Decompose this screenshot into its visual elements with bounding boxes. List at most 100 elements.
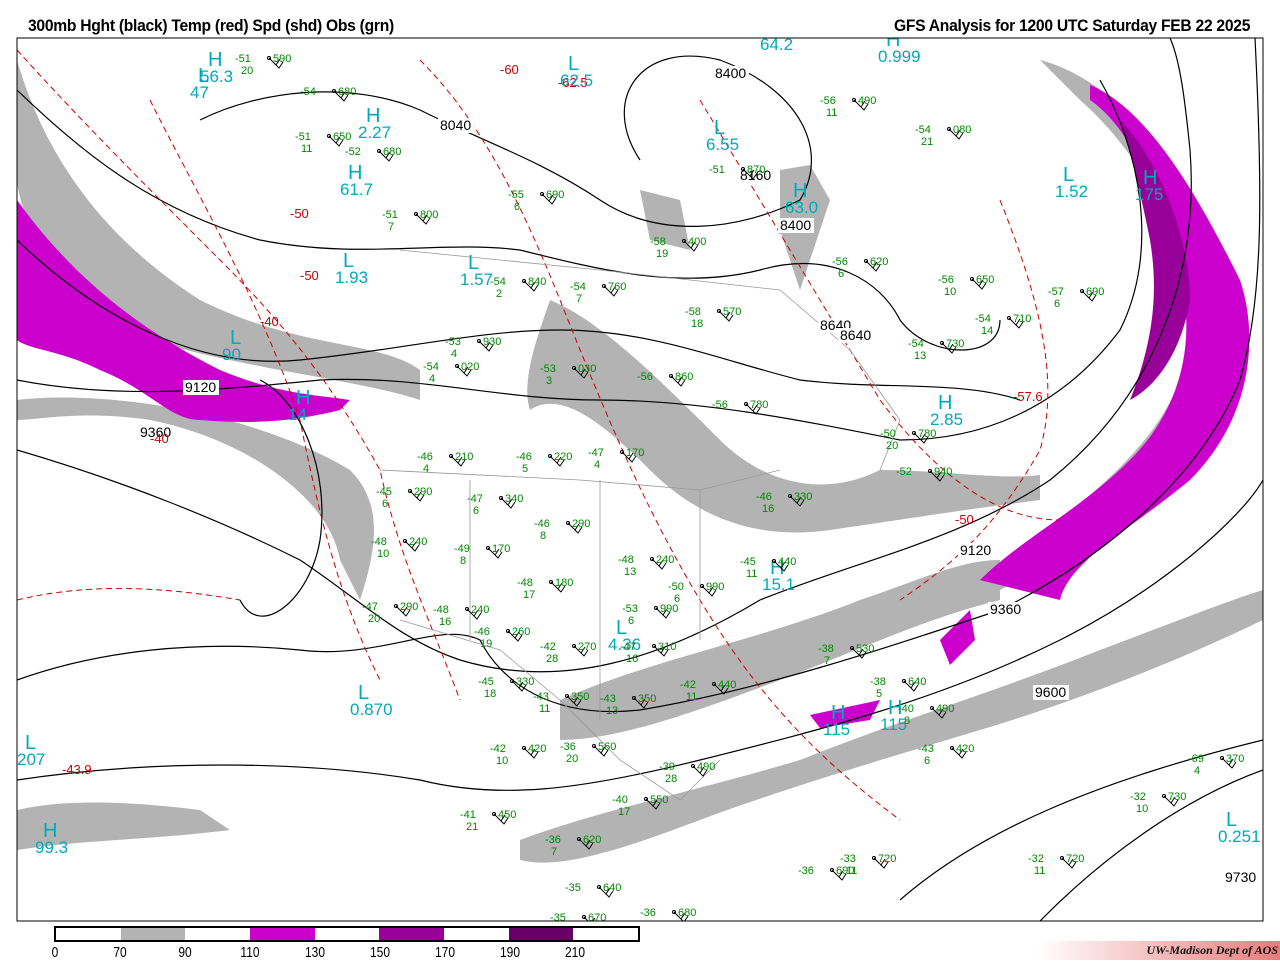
obs-dewpoint-depression: 11	[301, 143, 312, 155]
obs-height: 170	[492, 543, 510, 555]
center-value: 175	[1135, 185, 1163, 204]
obs-height: 440	[778, 556, 796, 568]
obs-dewpoint-depression: 19	[656, 248, 668, 260]
obs-temperature: -36	[560, 741, 576, 753]
obs-dewpoint-depression: 4	[423, 463, 429, 475]
height-contour-label: 9120	[185, 379, 216, 395]
obs-dewpoint-depression: 21	[921, 136, 933, 148]
obs-temperature: -69	[1188, 753, 1204, 765]
station-observation: -56 620 6	[832, 256, 888, 280]
legend-label: 170	[434, 944, 456, 961]
obs-height: 350	[638, 693, 656, 705]
obs-height: 720	[1066, 853, 1084, 865]
legend-label: 150	[369, 944, 391, 961]
obs-temperature: -32	[1028, 853, 1044, 865]
station-observation: -48 180 17	[517, 577, 573, 601]
obs-height: 620	[583, 834, 601, 846]
obs-temperature: -46	[417, 451, 433, 463]
obs-height: 340	[505, 493, 523, 505]
speed-blob-magenta	[940, 610, 975, 665]
height-contour-label: 9730	[1225, 869, 1256, 885]
obs-height: 680	[383, 146, 401, 158]
obs-temperature: -38	[818, 643, 834, 655]
obs-dewpoint-depression: 4	[594, 459, 600, 471]
obs-dewpoint-depression: 11	[846, 865, 857, 877]
obs-dewpoint-depression: 13	[624, 566, 636, 578]
obs-temperature: -39	[659, 761, 675, 773]
station-observation: -46 210 4	[417, 451, 473, 475]
station-observation: -51 590 20	[235, 53, 291, 77]
obs-height: 490	[858, 95, 876, 107]
obs-dewpoint-depression: 28	[665, 773, 677, 785]
obs-dewpoint-depression: 16	[762, 503, 774, 515]
obs-temperature: -35	[565, 882, 581, 894]
center-value: 1.52	[1055, 182, 1088, 201]
obs-dewpoint-depression: 11	[826, 107, 837, 119]
high-pressure-center: H	[768, 17, 782, 39]
obs-temperature: -54	[300, 86, 316, 98]
temperature-label: -43.9	[62, 762, 92, 777]
obs-dewpoint-depression: 14	[981, 325, 993, 337]
height-contour-label: 9360	[990, 601, 1021, 617]
station-observation: -42 420 10	[490, 743, 546, 767]
obs-temperature: -53	[540, 363, 556, 375]
temperature-label: -40	[150, 431, 169, 446]
legend-label: 190	[499, 944, 521, 961]
legend-label: 70	[113, 944, 127, 961]
station-observation: -54 840 2	[490, 276, 546, 300]
obs-dewpoint-depression: 8	[904, 715, 910, 727]
obs-dewpoint-depression: 16	[439, 616, 451, 628]
station-observation: -35 670	[550, 912, 606, 921]
obs-height: 760	[608, 281, 626, 293]
obs-dewpoint-depression: 4	[1194, 765, 1200, 777]
center-value: 0.870	[350, 700, 393, 719]
obs-temperature: -48	[618, 554, 634, 566]
station-observation: -36 680	[640, 907, 696, 921]
legend-swatch	[444, 928, 509, 940]
legend-swatch	[573, 928, 639, 940]
obs-dewpoint-depression: 20	[368, 613, 380, 625]
center-value: 2.85	[930, 410, 963, 429]
obs-height: 290	[414, 486, 432, 498]
obs-temperature: -50	[668, 581, 684, 593]
obs-temperature: -52	[345, 146, 361, 158]
center-value: 1.57	[460, 270, 493, 289]
station-observation: -53 930 4	[445, 336, 501, 360]
station-observation: -42 270 28	[540, 641, 596, 665]
obs-dewpoint-depression: 8	[540, 530, 546, 542]
obs-temperature: -49	[454, 543, 470, 555]
obs-temperature: -42	[490, 743, 506, 755]
station-observation: -45 290 6	[376, 486, 432, 510]
legend-swatch	[314, 928, 380, 940]
obs-dewpoint-depression: 16	[626, 653, 638, 665]
obs-dewpoint-depression: 18	[691, 318, 703, 330]
weather-map: 8040816084008640864091209120936093609600…	[16, 17, 1264, 922]
obs-temperature: -51	[382, 209, 398, 221]
obs-temperature: -54	[423, 361, 439, 373]
station-observation: -58 570 18	[685, 306, 741, 330]
obs-height: 220	[554, 451, 572, 463]
obs-height: 030	[578, 363, 596, 375]
obs-dewpoint-depression: 10	[377, 548, 389, 560]
obs-temperature: -56	[820, 95, 836, 107]
legend-swatch	[379, 928, 445, 940]
obs-temperature: -46	[756, 491, 772, 503]
obs-temperature: -46	[516, 451, 532, 463]
obs-temperature: -53	[445, 336, 461, 348]
station-observation: -52 680	[345, 146, 401, 162]
obs-height: 560	[598, 741, 616, 753]
height-contours	[17, 38, 1263, 921]
obs-height: 690	[1086, 286, 1104, 298]
station-observation: -51 650 11	[295, 131, 351, 155]
obs-height: 570	[723, 306, 741, 318]
obs-temperature: -32	[1130, 791, 1146, 803]
station-observation: -45 330 18	[478, 676, 534, 700]
station-observation: -55 690 6	[508, 189, 564, 213]
obs-temperature: -58	[685, 306, 701, 318]
center-value: 115	[823, 720, 850, 739]
obs-dewpoint-depression: 4	[451, 348, 457, 360]
obs-dewpoint-depression: 17	[618, 806, 630, 818]
station-observation: -54 710 14	[975, 313, 1031, 337]
obs-dewpoint-depression: 3	[546, 375, 552, 387]
obs-dewpoint-depression: 20	[241, 65, 253, 77]
